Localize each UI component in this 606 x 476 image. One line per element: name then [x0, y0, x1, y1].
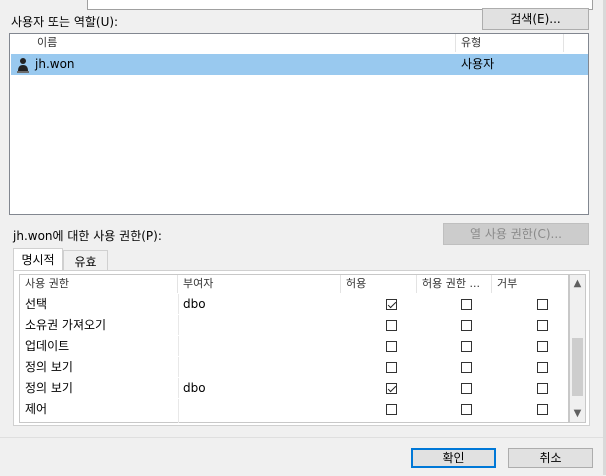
- deny-checkbox[interactable]: [537, 362, 548, 373]
- cancel-button[interactable]: 취소: [508, 448, 593, 468]
- deny-checkbox[interactable]: [537, 341, 548, 352]
- grantor-name: [178, 315, 183, 336]
- user-name: jh.won: [35, 57, 75, 71]
- grant-checkbox[interactable]: [386, 320, 397, 331]
- grantor-name: dbo: [183, 297, 206, 311]
- grantor-name: [178, 399, 183, 420]
- permission-row[interactable]: 업데이트: [20, 335, 568, 357]
- user-type: 사용자: [461, 57, 495, 71]
- permission-name: 정의 보기: [25, 381, 73, 395]
- permission-row[interactable]: 정의 보기: [20, 356, 568, 378]
- with-grant-checkbox[interactable]: [461, 299, 472, 310]
- permission-name: 선택: [25, 297, 48, 311]
- with-grant-checkbox[interactable]: [461, 320, 472, 331]
- grant-checkbox[interactable]: [386, 404, 397, 415]
- column-permissions-button[interactable]: 열 사용 권한(C)...: [443, 223, 589, 245]
- users-row[interactable]: jh.won 사용자: [11, 54, 588, 75]
- col-deny[interactable]: 거부: [492, 275, 568, 293]
- users-col-name[interactable]: 이름: [32, 34, 456, 52]
- with-grant-checkbox[interactable]: [461, 383, 472, 394]
- grantor-name: dbo: [183, 381, 206, 395]
- permission-name: 소유권 가져오기: [25, 318, 107, 332]
- tab-explicit[interactable]: 명시적: [13, 248, 63, 272]
- grantor-name: [178, 357, 183, 378]
- permission-name: 업데이트: [25, 339, 70, 353]
- users-roles-label: 사용자 또는 역할(U):: [11, 15, 119, 29]
- permission-row[interactable]: 제어: [20, 398, 568, 420]
- grantor-name: [178, 336, 183, 357]
- permissions-grid[interactable]: 사용 권한 부여자 허용 허용 권한 ... 거부 선택 dbo 소유권 가져오기업…: [19, 274, 569, 423]
- tab-effective[interactable]: 유효: [63, 250, 108, 272]
- deny-checkbox[interactable]: [537, 299, 548, 310]
- with-grant-checkbox[interactable]: [461, 341, 472, 352]
- deny-checkbox[interactable]: [537, 404, 548, 415]
- scroll-up-icon[interactable]: ▲: [570, 275, 585, 292]
- users-col-type[interactable]: 유형: [456, 34, 564, 52]
- with-grant-checkbox[interactable]: [461, 362, 472, 373]
- permissions-panel: 사용 권한 부여자 허용 허용 권한 ... 거부 선택 dbo 소유권 가져오기업…: [13, 270, 590, 426]
- grant-checkbox[interactable]: [386, 362, 397, 373]
- col-with-grant[interactable]: 허용 권한 ...: [417, 275, 492, 293]
- col-permission[interactable]: 사용 권한: [20, 275, 178, 293]
- user-icon: [16, 54, 30, 75]
- permission-row[interactable]: 선택 dbo: [20, 293, 568, 315]
- grant-checkbox[interactable]: [386, 341, 397, 352]
- permissions-scrollbar[interactable]: ▲ ▼: [569, 274, 586, 423]
- permission-name: 제어: [25, 402, 48, 416]
- grant-checkbox[interactable]: [386, 383, 397, 394]
- col-grant[interactable]: 허용: [341, 275, 417, 293]
- with-grant-checkbox[interactable]: [461, 404, 472, 415]
- scroll-thumb[interactable]: [572, 338, 583, 396]
- users-list[interactable]: 이름 유형 jh.won 사용자: [9, 33, 589, 215]
- permissions-label: jh.won에 대한 사용 권한(P):: [13, 229, 162, 243]
- search-button[interactable]: 검색(E)...: [482, 8, 589, 30]
- ok-button[interactable]: 확인: [411, 448, 496, 468]
- scroll-down-icon[interactable]: ▼: [570, 405, 585, 422]
- grant-checkbox[interactable]: [386, 299, 397, 310]
- deny-checkbox[interactable]: [537, 320, 548, 331]
- deny-checkbox[interactable]: [537, 383, 548, 394]
- permission-name: 정의 보기: [25, 360, 73, 374]
- permission-row[interactable]: 소유권 가져오기: [20, 314, 568, 336]
- col-grantor[interactable]: 부여자: [178, 275, 341, 293]
- permission-row[interactable]: 정의 보기 dbo: [20, 377, 568, 399]
